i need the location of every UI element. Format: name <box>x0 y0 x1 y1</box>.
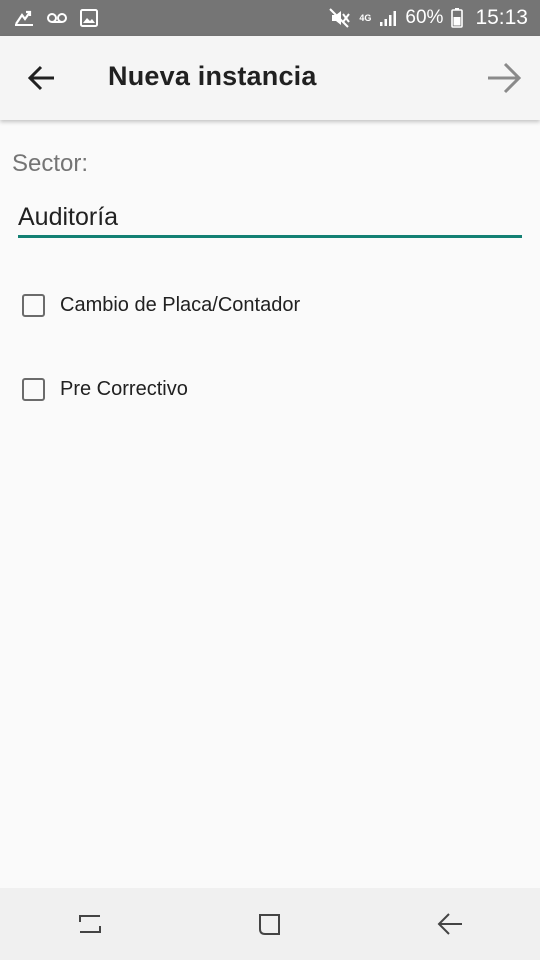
network-type-label: 4G <box>359 12 372 23</box>
status-bar: 4G 60% 15:13 <box>0 0 540 36</box>
home-icon <box>259 914 280 935</box>
checkbox-pre-correctivo[interactable]: Pre Correctivo <box>22 378 188 401</box>
recent-apps-button[interactable] <box>60 894 120 954</box>
recent-apps-icon <box>79 915 101 933</box>
back-button[interactable] <box>22 58 62 98</box>
mute-icon <box>329 8 351 28</box>
checkbox-box[interactable] <box>22 378 45 401</box>
form-content: Sector: Auditoría Cambio de Placa/Contad… <box>0 120 540 888</box>
checkbox-cambio-placa[interactable]: Cambio de Placa/Contador <box>22 294 300 317</box>
missed-call-icon <box>14 9 34 27</box>
checkbox-label: Pre Correctivo <box>60 378 188 400</box>
sector-input[interactable]: Auditoría <box>18 198 522 238</box>
next-button[interactable] <box>484 58 524 98</box>
arrow-forward-icon <box>488 62 522 94</box>
status-left-icons <box>14 9 98 27</box>
sector-label: Sector: <box>12 150 89 177</box>
app-bar: Nueva instancia <box>0 36 540 120</box>
status-time: 15:13 <box>475 6 528 29</box>
status-right-icons: 4G 60% 15:13 <box>329 6 528 30</box>
battery-percent: 60% <box>405 7 444 28</box>
back-nav-icon <box>437 913 462 935</box>
arrow-back-icon <box>28 65 54 91</box>
signal-icon <box>379 9 397 27</box>
page-title: Nueva instancia <box>108 61 317 91</box>
checkbox-box[interactable] <box>22 294 45 317</box>
image-icon <box>80 9 98 27</box>
battery-icon <box>451 8 464 28</box>
checkbox-label: Cambio de Placa/Contador <box>60 294 301 316</box>
back-nav-button[interactable] <box>420 894 480 954</box>
home-button[interactable] <box>240 894 300 954</box>
voicemail-icon <box>46 11 68 25</box>
system-nav-bar <box>0 888 540 960</box>
screen: 4G 60% 15:13 Nueva instancia Sector: Aud… <box>0 0 540 960</box>
